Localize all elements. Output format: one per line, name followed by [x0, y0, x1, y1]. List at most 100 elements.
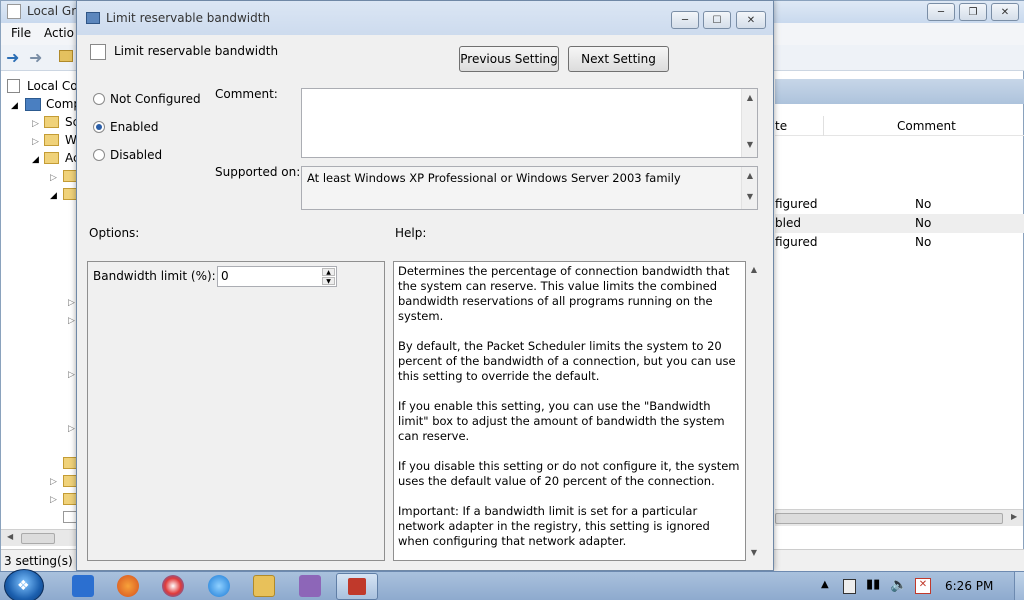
- bandwidth-limit-label: Bandwidth limit (%):: [93, 269, 216, 283]
- collapse-triangle-icon[interactable]: ▷: [50, 477, 57, 487]
- help-pane[interactable]: Determines the percentage of connection …: [393, 261, 746, 561]
- options-pane: Bandwidth limit (%): 0 ▲ ▼: [87, 261, 385, 561]
- group-policy-icon: [348, 578, 366, 595]
- show-desktop-button[interactable]: [1014, 572, 1024, 600]
- tree-item-local[interactable]: Local Co: [27, 79, 78, 93]
- internet-explorer-icon[interactable]: [208, 575, 230, 597]
- disabled-label[interactable]: Disabled: [110, 148, 162, 162]
- disabled-radio[interactable]: [93, 149, 105, 161]
- help-text: Determines the percentage of connection …: [398, 264, 743, 560]
- start-button[interactable]: ❖: [4, 569, 44, 600]
- menu-file[interactable]: File: [11, 26, 31, 40]
- collapse-triangle-icon[interactable]: ▷: [50, 495, 57, 505]
- windows-logo-icon: ❖: [17, 578, 30, 594]
- folder-up-icon[interactable]: [59, 50, 73, 62]
- menu-action[interactable]: Actio: [44, 26, 74, 40]
- visual-studio-icon[interactable]: [299, 575, 321, 597]
- supported-scrollbar[interactable]: ▲ ▼: [741, 167, 757, 209]
- dialog-window-title: Limit reservable bandwidth: [106, 11, 271, 25]
- back-arrow-icon[interactable]: ➜: [6, 48, 19, 67]
- expand-triangle-icon[interactable]: ◢: [11, 101, 18, 111]
- not-configured-radio[interactable]: [93, 93, 105, 105]
- file-explorer-icon[interactable]: [253, 575, 275, 597]
- help-label: Help:: [395, 226, 427, 240]
- collapse-triangle-icon[interactable]: ▷: [68, 316, 75, 326]
- tree-scroll-thumb[interactable]: [21, 533, 55, 544]
- help-paragraph: If you enable this setting, you can use …: [398, 399, 725, 443]
- list-scroll-thumb[interactable]: [775, 513, 1003, 524]
- row-comment: No: [915, 235, 932, 249]
- scroll-up-icon[interactable]: ▲: [742, 171, 758, 180]
- maximize-button[interactable]: ☐: [703, 11, 731, 29]
- network-icon[interactable]: ▮▮: [866, 577, 880, 592]
- action-center-icon[interactable]: [843, 579, 856, 594]
- collapse-triangle-icon[interactable]: ▷: [68, 298, 75, 308]
- folder-icon: [63, 493, 77, 505]
- column-state[interactable]: te: [775, 119, 787, 133]
- flag-error-icon[interactable]: ✕: [915, 578, 931, 594]
- collapse-triangle-icon[interactable]: ▷: [68, 370, 75, 380]
- scroll-right-icon[interactable]: ▶: [1011, 512, 1017, 521]
- policy-setting-dialog: Limit reservable bandwidth ─ ☐ ✕ Limit r…: [76, 0, 774, 571]
- comment-scrollbar[interactable]: ▲ ▼: [741, 89, 757, 157]
- spin-up-icon[interactable]: ▲: [322, 268, 335, 276]
- scroll-up-icon[interactable]: ▲: [742, 93, 758, 102]
- scroll-down-icon[interactable]: ▼: [742, 192, 758, 201]
- dialog-title-bar: Limit reservable bandwidth ─ ☐ ✕: [77, 1, 773, 35]
- list-hscroll[interactable]: ▶: [775, 509, 1023, 526]
- next-setting-button[interactable]: Next Setting: [568, 46, 669, 72]
- enabled-label[interactable]: Enabled: [110, 120, 159, 134]
- tree-hscroll[interactable]: ◀: [1, 529, 77, 546]
- scroll-down-icon[interactable]: ▼: [746, 548, 762, 557]
- close-button[interactable]: ✕: [736, 11, 766, 29]
- settings-page-icon: [63, 511, 77, 523]
- policy-doc-icon: [7, 4, 21, 19]
- active-taskbar-button[interactable]: [336, 573, 378, 600]
- folder-icon: [44, 152, 59, 164]
- bandwidth-limit-value[interactable]: 0: [221, 269, 229, 283]
- bandwidth-limit-spinner[interactable]: 0 ▲ ▼: [217, 266, 337, 287]
- volume-icon[interactable]: 🔈: [890, 577, 907, 593]
- expand-triangle-icon[interactable]: ◢: [32, 155, 39, 165]
- bg-minimize-button[interactable]: ─: [927, 3, 955, 21]
- forward-arrow-icon[interactable]: ➜: [29, 48, 42, 67]
- table-row[interactable]: figured No: [775, 195, 1024, 214]
- scroll-up-icon[interactable]: ▲: [746, 265, 762, 274]
- comment-textarea[interactable]: ▲ ▼: [301, 88, 758, 158]
- not-configured-label[interactable]: Not Configured: [110, 92, 201, 106]
- collapse-triangle-icon[interactable]: ▷: [32, 119, 39, 129]
- bg-maximize-button[interactable]: ❐: [959, 3, 987, 21]
- table-row[interactable]: bled No: [775, 214, 1024, 233]
- scroll-left-icon[interactable]: ◀: [7, 532, 13, 541]
- scroll-down-icon[interactable]: ▼: [742, 140, 758, 149]
- policy-root-icon: [7, 79, 20, 93]
- previous-setting-button[interactable]: Previous Setting: [459, 46, 559, 72]
- folder-icon: [44, 134, 59, 146]
- column-divider[interactable]: [823, 116, 824, 136]
- metro-app-icon[interactable]: [72, 575, 94, 597]
- supported-value: At least Windows XP Professional or Wind…: [307, 171, 681, 185]
- collapse-triangle-icon[interactable]: ▷: [32, 137, 39, 147]
- column-comment[interactable]: Comment: [897, 119, 956, 133]
- help-scrollbar[interactable]: ▲ ▼: [746, 261, 762, 561]
- table-row[interactable]: figured No: [775, 233, 1024, 252]
- folder-icon: [63, 457, 77, 469]
- firefox-icon[interactable]: [117, 575, 139, 597]
- bg-tree-pane: Local Co ◢ Comp ▷ Sc ▷ W ◢ Ac ▷ ◢ ▷ ▷ ▷ …: [1, 73, 81, 523]
- setting-page-icon: [90, 44, 106, 60]
- expand-triangle-icon[interactable]: ◢: [50, 191, 57, 201]
- computer-icon: [25, 98, 41, 111]
- enabled-radio[interactable]: [93, 121, 105, 133]
- collapse-triangle-icon[interactable]: ▷: [68, 424, 75, 434]
- folder-icon: [44, 116, 59, 128]
- row-state: figured: [775, 235, 818, 249]
- minimize-button[interactable]: ─: [671, 11, 699, 29]
- help-paragraph: If you disable this setting or do not co…: [398, 459, 740, 488]
- collapse-triangle-icon[interactable]: ▷: [50, 173, 57, 183]
- taskbar-clock[interactable]: 6:26 PM: [945, 579, 993, 593]
- show-hidden-icons-icon[interactable]: ▲: [821, 579, 829, 590]
- bg-close-button[interactable]: ✕: [991, 3, 1019, 21]
- sync-icon[interactable]: [162, 575, 184, 597]
- spin-down-icon[interactable]: ▼: [322, 277, 335, 285]
- supported-on-box[interactable]: At least Windows XP Professional or Wind…: [301, 166, 758, 210]
